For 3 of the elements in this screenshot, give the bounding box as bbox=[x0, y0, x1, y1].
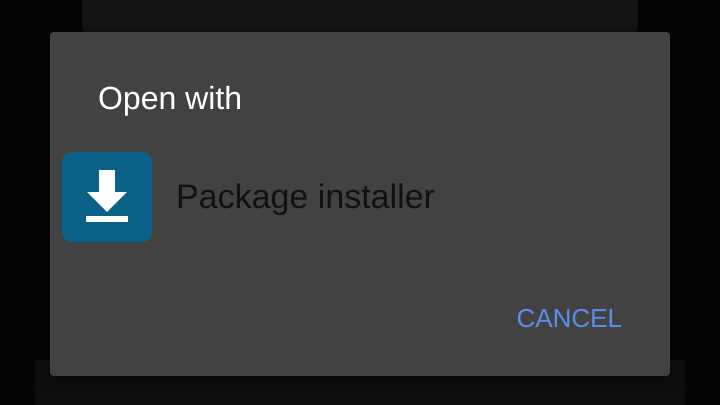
download-icon[interactable] bbox=[62, 152, 152, 242]
cancel-button[interactable]: CANCEL bbox=[508, 299, 630, 338]
dialog-title: Open with bbox=[98, 79, 244, 118]
